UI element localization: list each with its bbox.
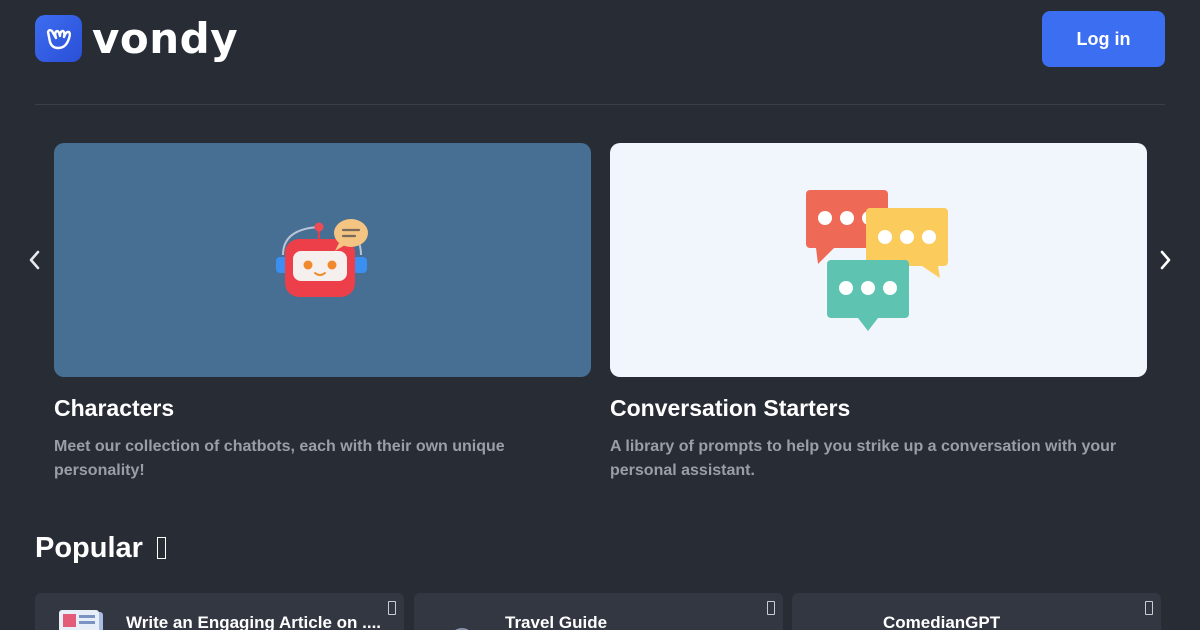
traveler-icon	[455, 628, 469, 630]
popular-item-comedian-gpt[interactable]: ComedianGPT	[792, 593, 1161, 630]
fire-icon	[157, 537, 167, 559]
favorite-icon[interactable]	[388, 601, 396, 615]
popular-section-title: Popular	[35, 532, 167, 565]
newspaper-icon	[59, 610, 103, 630]
card-title: Conversation Starters	[610, 395, 851, 421]
chevron-left-icon[interactable]	[22, 248, 46, 272]
login-button[interactable]: Log in	[1042, 11, 1165, 67]
carousel-card-conversation-starters[interactable]: Conversation Starters A library of promp…	[610, 143, 1147, 483]
shaka-hand-icon	[35, 15, 82, 62]
favorite-icon[interactable]	[1145, 601, 1153, 615]
favorite-icon[interactable]	[767, 601, 775, 615]
popular-item-travel-guide[interactable]: Travel Guide	[414, 593, 783, 630]
speech-bubbles-icon	[805, 189, 948, 331]
card-description: Meet our collection of chatbots, each wi…	[54, 438, 505, 479]
card-description: A library of prompts to help you strike …	[610, 438, 1117, 479]
crown-icon	[814, 608, 864, 630]
card-image	[610, 143, 1147, 377]
header: vondy Log in	[35, 0, 1165, 105]
card-image	[54, 143, 591, 377]
popular-item-title: ComedianGPT	[883, 613, 1001, 630]
logo[interactable]: vondy	[35, 15, 238, 62]
chevron-right-icon[interactable]	[1154, 248, 1178, 272]
popular-item-title: Write an Engaging Article on ....	[126, 613, 382, 630]
carousel-card-characters[interactable]: Characters Meet our collection of chatbo…	[54, 143, 591, 483]
robot-chat-icon	[275, 219, 368, 297]
popular-item-title: Travel Guide	[505, 613, 608, 630]
logo-text: vondy	[92, 13, 239, 63]
popular-item-article[interactable]: Write an Engaging Article on ....	[35, 593, 404, 630]
card-title: Characters	[54, 395, 175, 421]
popular-title-text: Popular	[35, 532, 143, 564]
